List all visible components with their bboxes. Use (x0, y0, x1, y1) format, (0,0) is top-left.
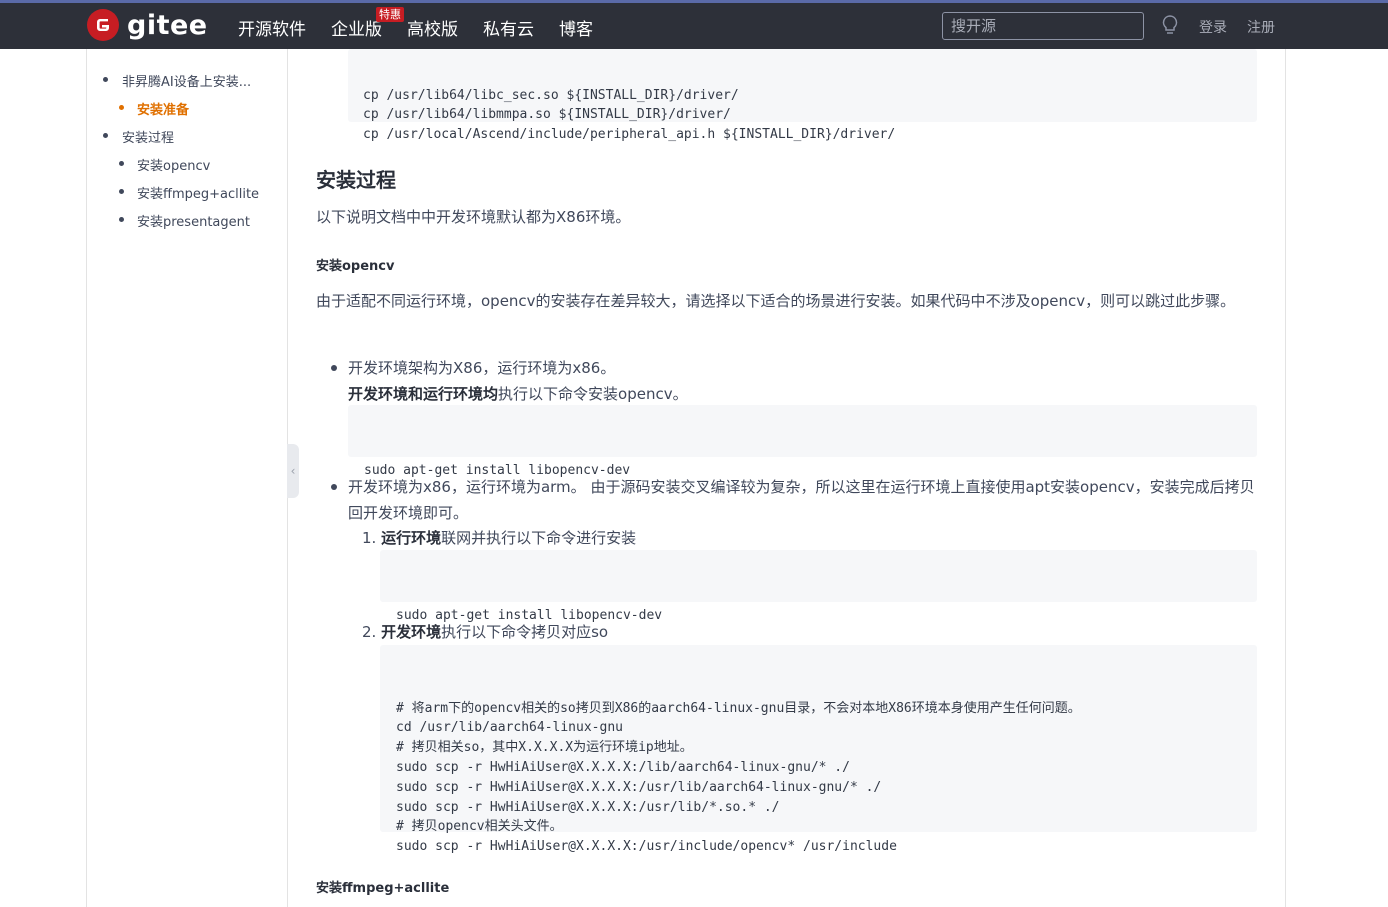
code-block-copy-so: # 将arm下的opencv相关的so拷贝到X86的aarch64-linux-… (380, 645, 1257, 854)
chevron-left-icon: ‹ (290, 464, 296, 478)
toc-item-install-ffmpeg[interactable]: 安装ffmpeg+acllite (119, 183, 260, 202)
step2-bold: 开发环境 (381, 623, 442, 641)
search-input[interactable] (942, 12, 1144, 40)
bullet1-bold: 开发环境和运行环境均 (348, 385, 499, 403)
step2-rest: 执行以下命令拷贝对应so (441, 623, 609, 641)
bullet1-rest: 执行以下命令安装opencv。 (498, 385, 688, 403)
code-text: cp /usr/lib64/libc_sec.so ${INSTALL_DIR}… (363, 87, 896, 143)
top-accent-line (0, 0, 1388, 3)
code-block-copy-driver: cp /usr/lib64/libc_sec.so ${INSTALL_DIR}… (348, 49, 1257, 142)
opencv-description: 由于适配不同运行环境，opencv的安装存在差异较大，请选择以下适合的场景进行安… (316, 292, 1236, 310)
nav-education[interactable]: 高校版 (407, 15, 458, 40)
toc-label: 安装opencv (137, 159, 211, 174)
toc-item-install-process[interactable]: 安装过程 (103, 127, 175, 146)
main-nav: 开源软件 企业版 特惠 高校版 私有云 博客 (238, 7, 618, 40)
toc-bullet (119, 161, 124, 166)
nav-private-cloud[interactable]: 私有云 (483, 15, 534, 40)
section-title: 安装过程 (316, 168, 396, 192)
intro-text: 以下说明文档中中开发环境默认都为X86环境。 (316, 208, 631, 226)
nav-open-source[interactable]: 开源软件 (238, 15, 306, 40)
toc-bullet (119, 105, 124, 110)
toc-label: 安装准备 (137, 103, 190, 118)
bullet2-text: 开发环境为x86，运行环境为arm。 由于源码安装交叉编译较为复杂，所以这里在运… (348, 478, 1255, 522)
login-link[interactable]: 登录 (1199, 17, 1227, 37)
collapse-sidebar-button[interactable]: ‹ (287, 444, 299, 498)
toc-panel (86, 49, 288, 907)
code-text: # 将arm下的opencv相关的so拷贝到X86的aarch64-linux-… (396, 700, 1081, 855)
register-link[interactable]: 注册 (1247, 17, 1275, 37)
content-border (1285, 49, 1286, 907)
toc-label: 安装presentagent (137, 215, 250, 230)
toc-item-install-presentagent[interactable]: 安装presentagent (119, 211, 250, 230)
toc-label: 非昇腾AI设备上安装... (122, 75, 252, 90)
opencv-heading: 安装opencv (316, 259, 395, 274)
nav-blog[interactable]: 博客 (559, 15, 593, 40)
step2-number: 2. (362, 623, 377, 641)
gitee-logo-icon (87, 9, 119, 41)
list-bullet (331, 484, 337, 490)
toc-label: 安装过程 (122, 131, 175, 146)
toc-bullet (119, 217, 124, 222)
toc-bullet (103, 133, 108, 138)
nav-enterprise[interactable]: 企业版 特惠 (331, 7, 404, 40)
step1-bold: 运行环境 (381, 529, 442, 547)
toc-item-install-prep[interactable]: 安装准备 (119, 99, 190, 118)
gitee-logo[interactable]: gitee (87, 8, 208, 42)
toc-bullet (103, 77, 108, 82)
nav-enterprise-label: 企业版 (331, 20, 382, 40)
toc-label: 安装ffmpeg+acllite (137, 187, 260, 202)
ffmpeg-heading: 安装ffmpeg+acllite (316, 881, 450, 896)
step1-text: 1. 运行环境联网并执行以下命令进行安装 (362, 525, 636, 551)
code-block-apt-install-x86: sudo apt-get install libopencv-dev (348, 405, 1257, 478)
step2-text: 2. 开发环境执行以下命令拷贝对应so (362, 619, 608, 645)
lightbulb-icon[interactable] (1160, 14, 1180, 40)
bullet1-line2: 开发环境和运行环境均执行以下命令安装opencv。 (348, 381, 688, 407)
logo-text: gitee (127, 9, 208, 41)
toc-item-install-non-ascend[interactable]: 非昇腾AI设备上安装... (103, 71, 252, 90)
toc-bullet (119, 189, 124, 194)
toc-item-install-opencv[interactable]: 安装opencv (119, 155, 211, 174)
top-navbar: gitee 开源软件 企业版 特惠 高校版 私有云 博客 登录 注册 (0, 0, 1388, 49)
list-bullet (331, 365, 337, 371)
step1-rest: 联网并执行以下命令进行安装 (441, 529, 637, 547)
code-block-apt-install-arm: sudo apt-get install libopencv-dev (380, 550, 1257, 623)
bullet1-line1: 开发环境架构为X86，运行环境为x86。 (348, 359, 616, 377)
step1-number: 1. (362, 529, 377, 547)
promo-badge: 特惠 (376, 7, 404, 22)
